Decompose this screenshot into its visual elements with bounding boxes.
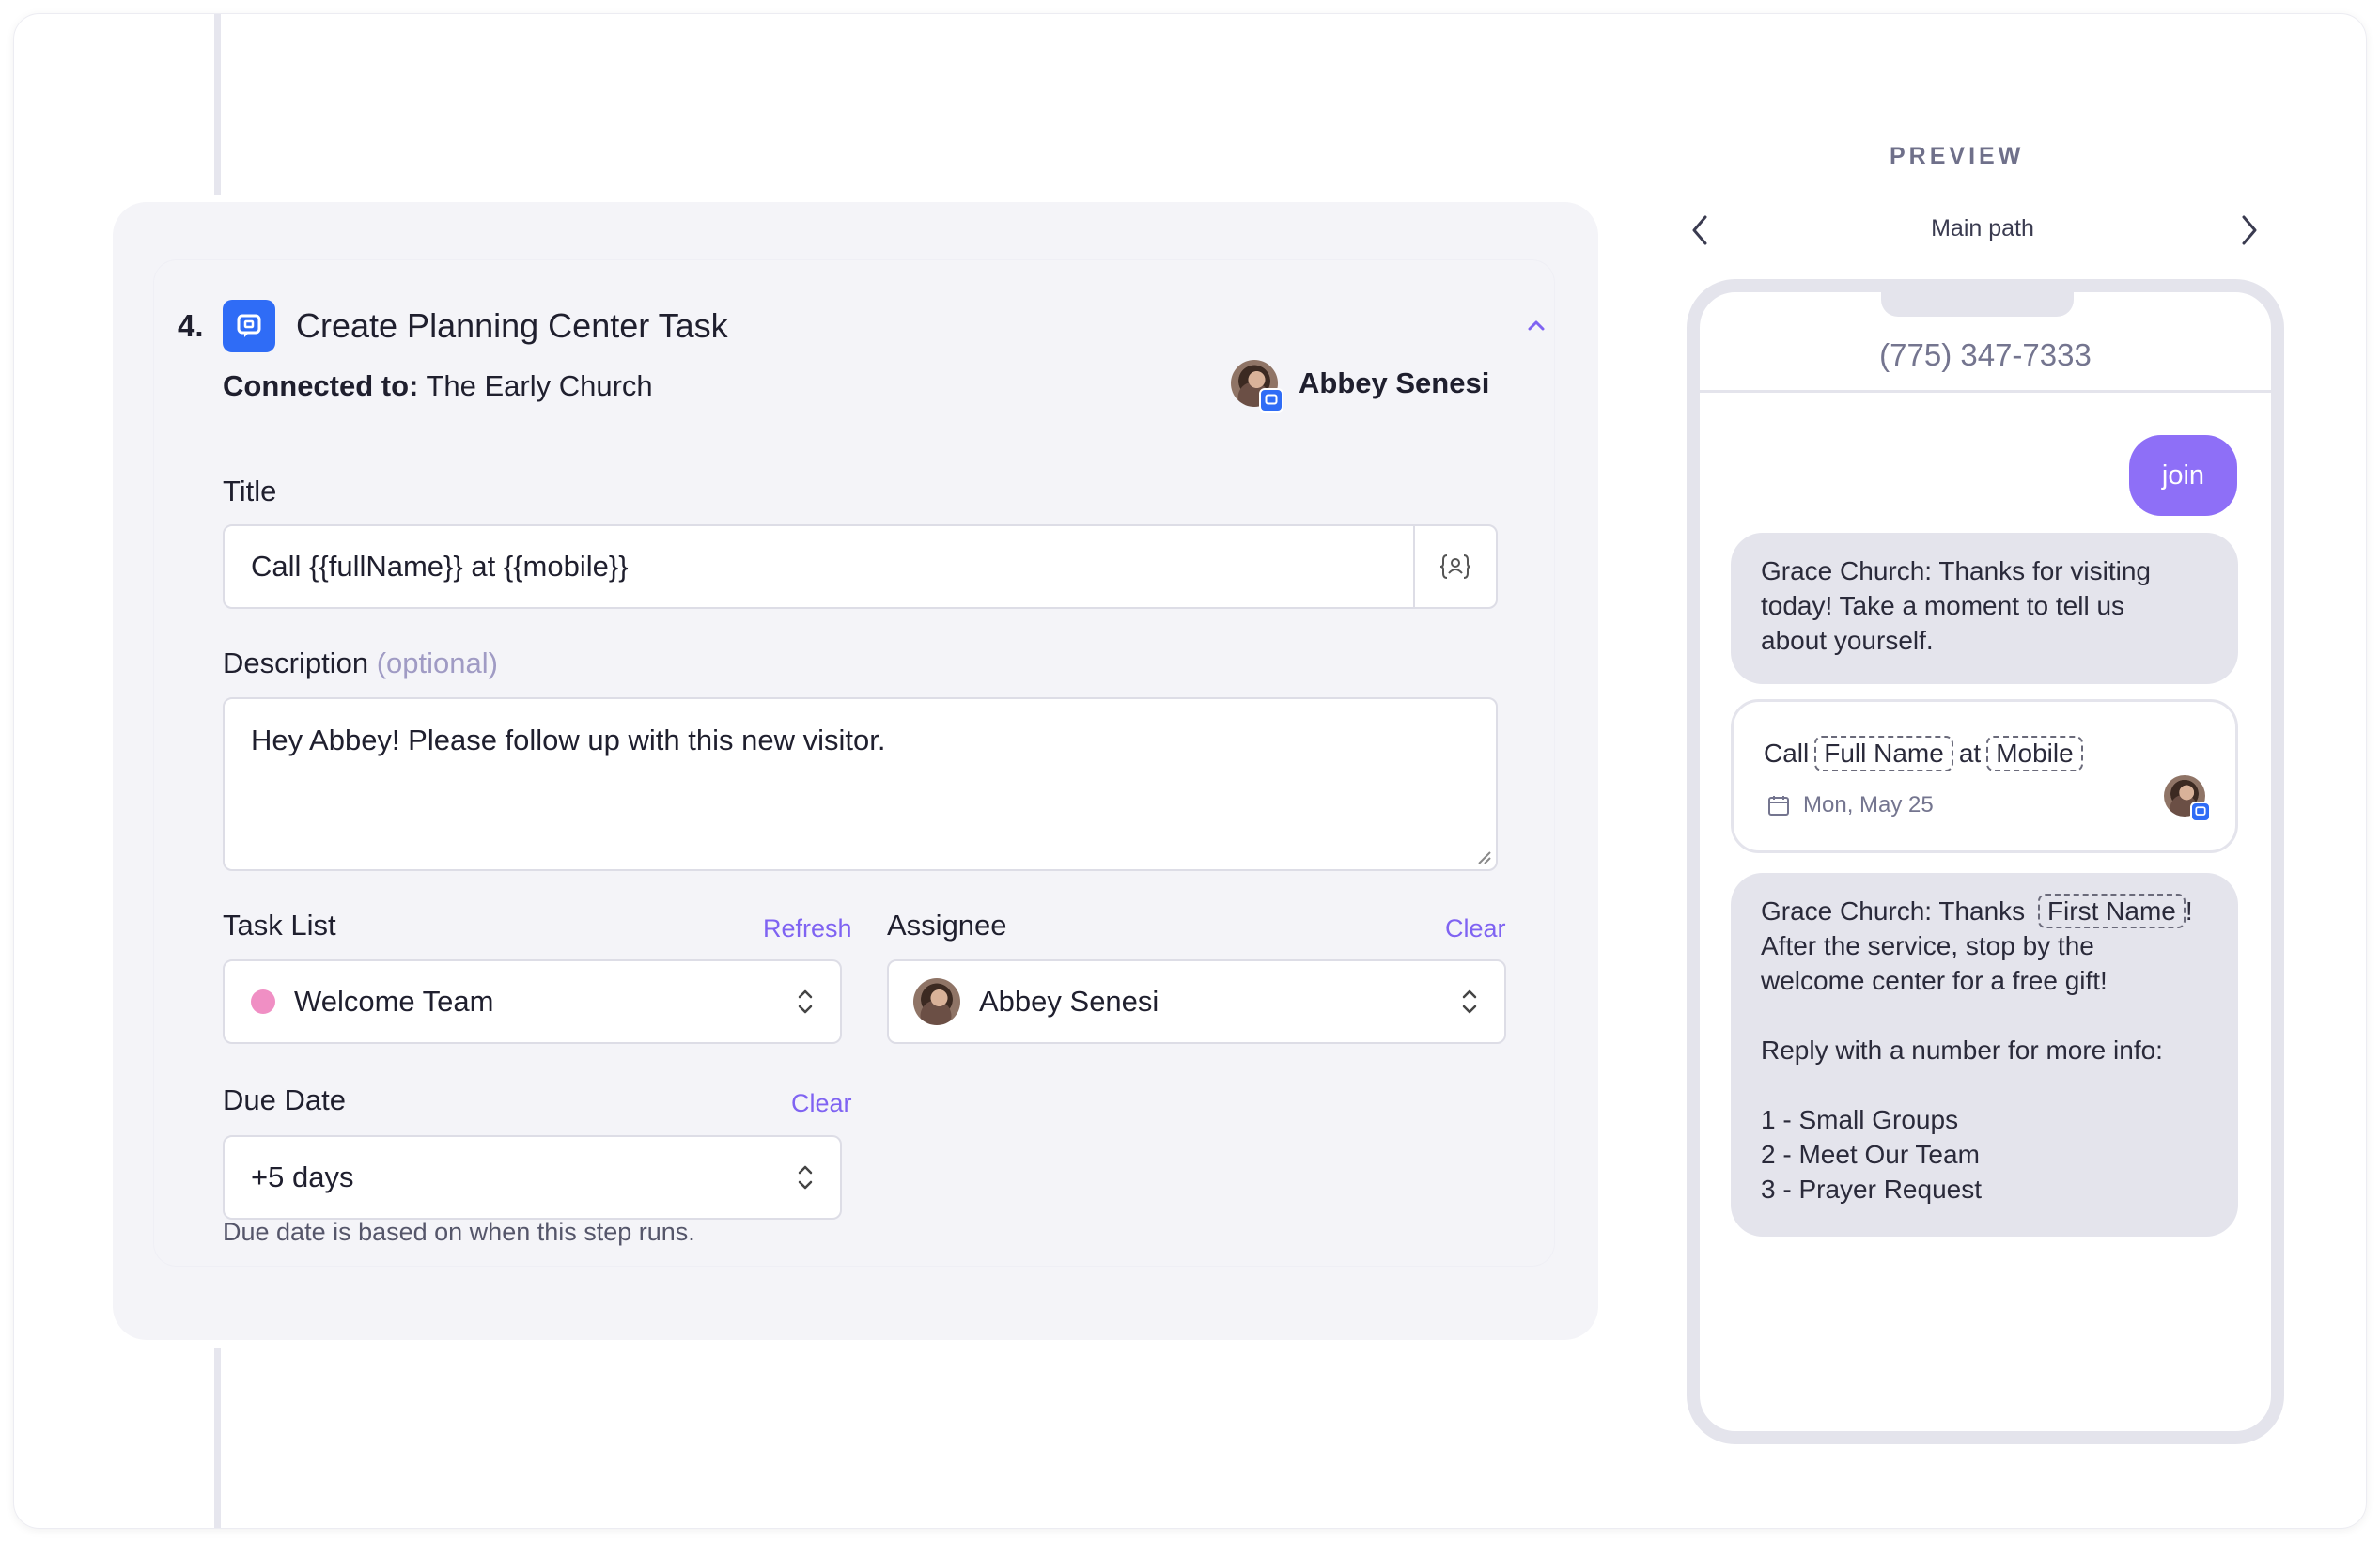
- phone-divider: [1700, 390, 2271, 393]
- task-list-refresh-link[interactable]: Refresh: [763, 914, 852, 943]
- title-input[interactable]: Call {{fullName}} at {{mobile}}: [223, 524, 1498, 609]
- connected-value: The Early Church: [426, 369, 653, 402]
- timeline-connector-bottom: [214, 1348, 221, 1528]
- task-preview-date: Mon, May 25: [1767, 792, 1934, 818]
- description-label-text: Description: [223, 646, 369, 679]
- message-line: 2 - Meet Our Team: [1761, 1140, 1980, 1169]
- chevron-left-icon[interactable]: [1688, 213, 1711, 247]
- planning-center-badge-icon: [2190, 802, 2211, 822]
- message-line: about yourself.: [1761, 626, 1934, 655]
- message-line: 3 - Prayer Request: [1761, 1175, 1982, 1204]
- planning-center-badge-icon: [1259, 388, 1283, 413]
- due-date-value: +5 days: [251, 1160, 354, 1193]
- due-date-helper: Due date is based on when this step runs…: [223, 1218, 695, 1246]
- message-line: Grace Church: Thanks First Name!: [1761, 894, 2208, 928]
- task-preview-title: Call Full Name at Mobile: [1764, 736, 2089, 771]
- variable-icon[interactable]: [1413, 526, 1496, 607]
- updown-chevron-icon: [798, 989, 813, 1014]
- task-preview-card: Call Full Name at Mobile Mon, May 25: [1731, 699, 2238, 853]
- description-label: Description (optional): [223, 646, 498, 680]
- message-prefix: Grace Church: Thanks: [1761, 896, 2026, 926]
- variable-chip: First Name: [2037, 894, 2186, 928]
- calendar-icon: [1768, 796, 1789, 816]
- avatar: [1231, 360, 1283, 413]
- due-date-label: Due Date: [223, 1083, 346, 1116]
- resize-grip-icon[interactable]: [1475, 849, 1492, 865]
- step-number: 4.: [178, 308, 204, 343]
- step-card: 4. Create Planning Center Task Connected…: [113, 202, 1598, 1340]
- app-frame: 4. Create Planning Center Task Connected…: [13, 13, 2367, 1529]
- chevron-right-icon[interactable]: [2238, 213, 2261, 247]
- connected-to: Connected to: The Early Church: [223, 369, 653, 403]
- assignee-label: Assignee: [887, 909, 1007, 942]
- assignee-clear-link[interactable]: Clear: [1445, 914, 1506, 943]
- task-list-color-dot: [251, 989, 275, 1014]
- updown-chevron-icon: [1462, 989, 1477, 1014]
- step-header[interactable]: 4. Create Planning Center Task: [178, 300, 728, 352]
- outgoing-message: join: [2129, 435, 2237, 516]
- message-line: welcome center for a free gift!: [1761, 966, 2108, 995]
- step-owner: Abbey Senesi: [1231, 360, 1490, 413]
- phone-notch: [1881, 288, 2074, 317]
- message-suffix: !: [2185, 896, 2193, 926]
- due-date-clear-link[interactable]: Clear: [791, 1089, 852, 1118]
- variable-chip: Full Name: [1814, 736, 1953, 771]
- incoming-message: Grace Church: Thanks for visiting today!…: [1731, 533, 2238, 684]
- message-line: Grace Church: Thanks for visiting: [1761, 556, 2151, 585]
- message-line: After the service, stop by the: [1761, 931, 2094, 960]
- planning-center-icon: [223, 300, 275, 352]
- description-textarea[interactable]: Hey Abbey! Please follow up with this ne…: [223, 697, 1498, 871]
- connected-label: Connected to:: [223, 369, 419, 402]
- step-title: Create Planning Center Task: [296, 306, 728, 345]
- assignee-value: Abbey Senesi: [979, 985, 1159, 1018]
- message-line: today! Take a moment to tell us: [1761, 591, 2125, 620]
- variable-chip: Mobile: [1986, 736, 2083, 771]
- title-input-value[interactable]: Call {{fullName}} at {{mobile}}: [225, 550, 1413, 584]
- phone-number: (775) 347-7333: [1879, 337, 2092, 372]
- assignee-select[interactable]: Abbey Senesi: [887, 959, 1506, 1044]
- task-list-label: Task List: [223, 909, 336, 942]
- title-label: Title: [223, 475, 277, 507]
- optional-hint: (optional): [376, 646, 498, 679]
- updown-chevron-icon: [798, 1165, 813, 1190]
- path-label: Main path: [1931, 215, 2034, 241]
- task-call-text: Call: [1764, 739, 1810, 768]
- message-line: [1761, 1067, 2208, 1102]
- due-date-select[interactable]: +5 days: [223, 1135, 842, 1220]
- preview-label: PREVIEW: [1890, 143, 2025, 169]
- phone-preview: (775) 347-7333 join Grace Church: Thanks…: [1687, 279, 2284, 1444]
- message-line: Reply with a number for more info:: [1761, 1036, 2163, 1065]
- task-assignee-avatar: [2164, 775, 2211, 822]
- incoming-message: Grace Church: Thanks First Name! After t…: [1731, 873, 2238, 1237]
- description-value[interactable]: Hey Abbey! Please follow up with this ne…: [225, 699, 911, 782]
- task-at-text: at: [1958, 739, 1982, 768]
- task-list-value: Welcome Team: [294, 985, 494, 1018]
- chevron-up-icon[interactable]: [1522, 311, 1550, 339]
- message-line: 1 - Small Groups: [1761, 1105, 1959, 1134]
- owner-name: Abbey Senesi: [1299, 366, 1490, 399]
- task-list-select[interactable]: Welcome Team: [223, 959, 842, 1044]
- task-date-value: Mon, May 25: [1803, 792, 1934, 818]
- message-line: [1761, 998, 2208, 1033]
- timeline-connector-top: [214, 14, 221, 195]
- assignee-avatar: [913, 978, 960, 1025]
